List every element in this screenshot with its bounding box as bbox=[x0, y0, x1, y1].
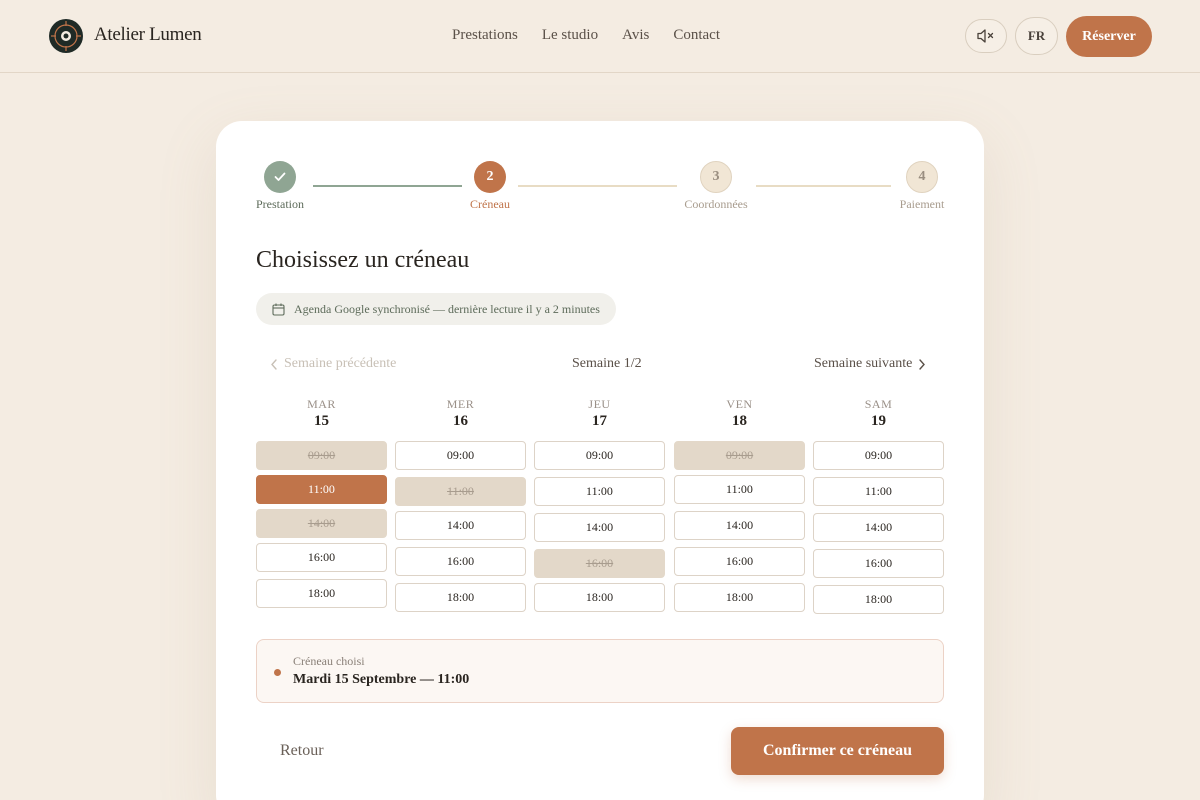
time-slot-mer-1400[interactable]: 14:00 bbox=[395, 511, 526, 540]
day-name: MAR bbox=[307, 397, 336, 411]
time-slot-sam-0900[interactable]: 09:00 bbox=[813, 441, 944, 470]
nav-link-studio[interactable]: Le studio bbox=[542, 27, 598, 44]
calendar-icon bbox=[272, 303, 285, 316]
step-number: 4 bbox=[906, 161, 938, 193]
nav-link-prestations[interactable]: Prestations bbox=[452, 27, 518, 44]
brand-logo-icon[interactable] bbox=[48, 18, 84, 54]
time-slot-mar-1800[interactable]: 18:00 bbox=[256, 579, 387, 608]
site-header: Atelier Lumen Prestations Le studio Avis… bbox=[0, 0, 1200, 73]
page-title: Choisissez un créneau bbox=[256, 247, 470, 273]
time-slot-ven-0900: 09:00 bbox=[674, 441, 805, 470]
day-name: JEU bbox=[588, 397, 611, 411]
previous-week-button[interactable]: Semaine précédente bbox=[270, 356, 396, 372]
time-slot-sam-1400[interactable]: 14:00 bbox=[813, 513, 944, 542]
sync-text: Agenda Google synchronisé — dernière lec… bbox=[294, 301, 600, 316]
booking-card: Prestation 2 Créneau 3 Coordonnées 4 Paiement … bbox=[216, 121, 984, 800]
time-slot-mar-1100[interactable]: 11:00 bbox=[256, 475, 387, 504]
time-slot-ven-1600[interactable]: 16:00 bbox=[674, 547, 805, 576]
time-slot-mar-1400: 14:00 bbox=[256, 509, 387, 538]
stepper-connector bbox=[518, 185, 677, 187]
day-number: 19 bbox=[871, 413, 886, 429]
step-3: 3 Coordonnées bbox=[666, 161, 766, 212]
mute-toggle-button[interactable] bbox=[965, 19, 1007, 53]
time-slot-jeu-1400[interactable]: 14:00 bbox=[534, 513, 665, 542]
back-button[interactable]: Retour bbox=[280, 742, 324, 760]
chosen-slot-summary: Créneau choisi Mardi 15 Septembre — 11:0… bbox=[256, 639, 944, 703]
time-slot-jeu-1800[interactable]: 18:00 bbox=[534, 583, 665, 612]
check-icon bbox=[264, 161, 296, 193]
step-label: Coordonnées bbox=[684, 197, 748, 211]
day-header: JEU 17 bbox=[534, 397, 665, 441]
time-slot-jeu-1100[interactable]: 11:00 bbox=[534, 477, 665, 506]
time-slot-mer-1100: 11:00 bbox=[395, 477, 526, 506]
day-name: SAM bbox=[864, 397, 893, 411]
day-number: 16 bbox=[453, 413, 468, 429]
chevron-left-icon bbox=[271, 358, 277, 370]
speaker-muted-icon bbox=[977, 29, 994, 43]
brand-name[interactable]: Atelier Lumen bbox=[94, 24, 202, 46]
confirm-slot-button[interactable]: Confirmer ce créneau bbox=[731, 727, 944, 775]
reserve-button[interactable]: Réserver bbox=[1066, 16, 1152, 57]
next-week-label: Semaine suivante bbox=[814, 356, 913, 371]
day-column: MAR 15 09:00 11:00 14:00 16:00 18:00 bbox=[256, 397, 387, 608]
time-slot-ven-1800[interactable]: 18:00 bbox=[674, 583, 805, 612]
step-1[interactable]: Prestation bbox=[230, 161, 330, 212]
time-slot-mar-1600[interactable]: 16:00 bbox=[256, 543, 387, 572]
previous-week-label: Semaine précédente bbox=[284, 356, 397, 371]
time-slot-mar-0900: 09:00 bbox=[256, 441, 387, 470]
time-slot-sam-1100[interactable]: 11:00 bbox=[813, 477, 944, 506]
step-label: Paiement bbox=[899, 197, 945, 211]
step-2: 2 Créneau bbox=[440, 161, 540, 212]
step-number: 3 bbox=[700, 161, 732, 193]
day-column: JEU 17 09:00 11:00 14:00 16:00 18:00 bbox=[534, 397, 665, 612]
day-number: 18 bbox=[732, 413, 747, 429]
next-week-button[interactable]: Semaine suivante bbox=[814, 356, 926, 372]
time-slot-mer-1600[interactable]: 16:00 bbox=[395, 547, 526, 576]
time-slot-mer-1800[interactable]: 18:00 bbox=[395, 583, 526, 612]
step-number: 2 bbox=[474, 161, 506, 193]
day-header: SAM 19 bbox=[813, 397, 944, 441]
status-dot bbox=[274, 669, 281, 676]
day-name: VEN bbox=[726, 397, 753, 411]
step-label: Prestation bbox=[256, 197, 304, 211]
day-column: VEN 18 09:00 11:00 14:00 16:00 18:00 bbox=[674, 397, 805, 612]
day-number: 15 bbox=[314, 413, 329, 429]
nav-link-avis[interactable]: Avis bbox=[622, 27, 649, 44]
time-slot-sam-1600[interactable]: 16:00 bbox=[813, 549, 944, 578]
time-slot-jeu-0900[interactable]: 09:00 bbox=[534, 441, 665, 470]
stepper-connector bbox=[756, 185, 891, 187]
main-nav: Prestations Le studio Avis Contact bbox=[452, 27, 720, 44]
day-column: MER 16 09:00 11:00 14:00 16:00 18:00 bbox=[395, 397, 526, 612]
step-label: Créneau bbox=[470, 197, 510, 211]
calendar-sync-status: Agenda Google synchronisé — dernière lec… bbox=[256, 293, 616, 325]
day-header: VEN 18 bbox=[674, 397, 805, 441]
time-slot-ven-1100[interactable]: 11:00 bbox=[674, 475, 805, 504]
time-slot-mer-0900[interactable]: 09:00 bbox=[395, 441, 526, 470]
day-name: MER bbox=[446, 397, 475, 411]
time-slot-jeu-1600: 16:00 bbox=[534, 549, 665, 578]
language-button[interactable]: FR bbox=[1015, 17, 1058, 55]
day-column: SAM 19 09:00 11:00 14:00 16:00 18:00 bbox=[813, 397, 944, 614]
nav-link-contact[interactable]: Contact bbox=[673, 27, 720, 44]
chosen-slot-label: Créneau choisi bbox=[293, 654, 365, 668]
chosen-slot-value: Mardi 15 Septembre — 11:00 bbox=[293, 672, 470, 687]
time-slot-ven-1400[interactable]: 14:00 bbox=[674, 511, 805, 540]
chevron-right-icon bbox=[919, 358, 926, 370]
time-slot-sam-1800[interactable]: 18:00 bbox=[813, 585, 944, 614]
day-header: MAR 15 bbox=[256, 397, 387, 441]
step-4: 4 Paiement bbox=[872, 161, 972, 212]
day-number: 17 bbox=[592, 413, 607, 429]
week-indicator: Semaine 1/2 bbox=[572, 356, 642, 371]
day-header: MER 16 bbox=[395, 397, 526, 441]
